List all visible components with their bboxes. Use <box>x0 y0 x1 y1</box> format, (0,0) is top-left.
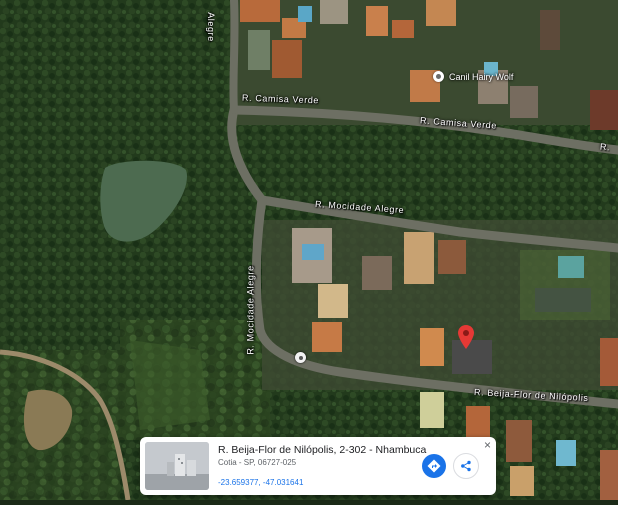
share-icon <box>461 460 471 472</box>
street-view-thumbnail[interactable] <box>145 442 209 490</box>
place-city-postal: Cotia - SP, 06727-025 <box>218 458 297 467</box>
satellite-map[interactable]: R. Camisa Verde R. Camisa Verde R. Alegr… <box>0 0 618 501</box>
directions-icon <box>427 459 441 473</box>
road-label-mocidade-alegre-vertical-top: Alegre <box>205 12 216 42</box>
poi-label: Canil Hairy Wolf <box>449 71 514 82</box>
close-icon[interactable]: × <box>484 439 491 451</box>
place-info-card[interactable]: R. Beija-Flor de Nilópolis, 2-302 - Nham… <box>140 437 496 495</box>
place-address-title: R. Beija-Flor de Nilópolis, 2-302 - Nham… <box>218 444 427 456</box>
place-icon <box>433 71 444 82</box>
road-label-camisa-verde-edge: R. <box>599 141 611 153</box>
small-place-marker-icon[interactable] <box>295 352 306 363</box>
thumbnail-image <box>145 442 209 490</box>
poi-canil-hairy-wolf[interactable]: Canil Hairy Wolf <box>433 71 513 82</box>
marker-dot <box>298 355 303 360</box>
road-label-mocidade-alegre-vertical: R. Mocidade Alegre <box>245 265 256 355</box>
satellite-imagery <box>0 0 618 501</box>
place-coordinates[interactable]: -23.659377, -47.031641 <box>218 478 303 487</box>
directions-button[interactable] <box>422 454 446 478</box>
share-button[interactable] <box>453 453 479 479</box>
red-location-pin-icon[interactable] <box>458 325 474 349</box>
